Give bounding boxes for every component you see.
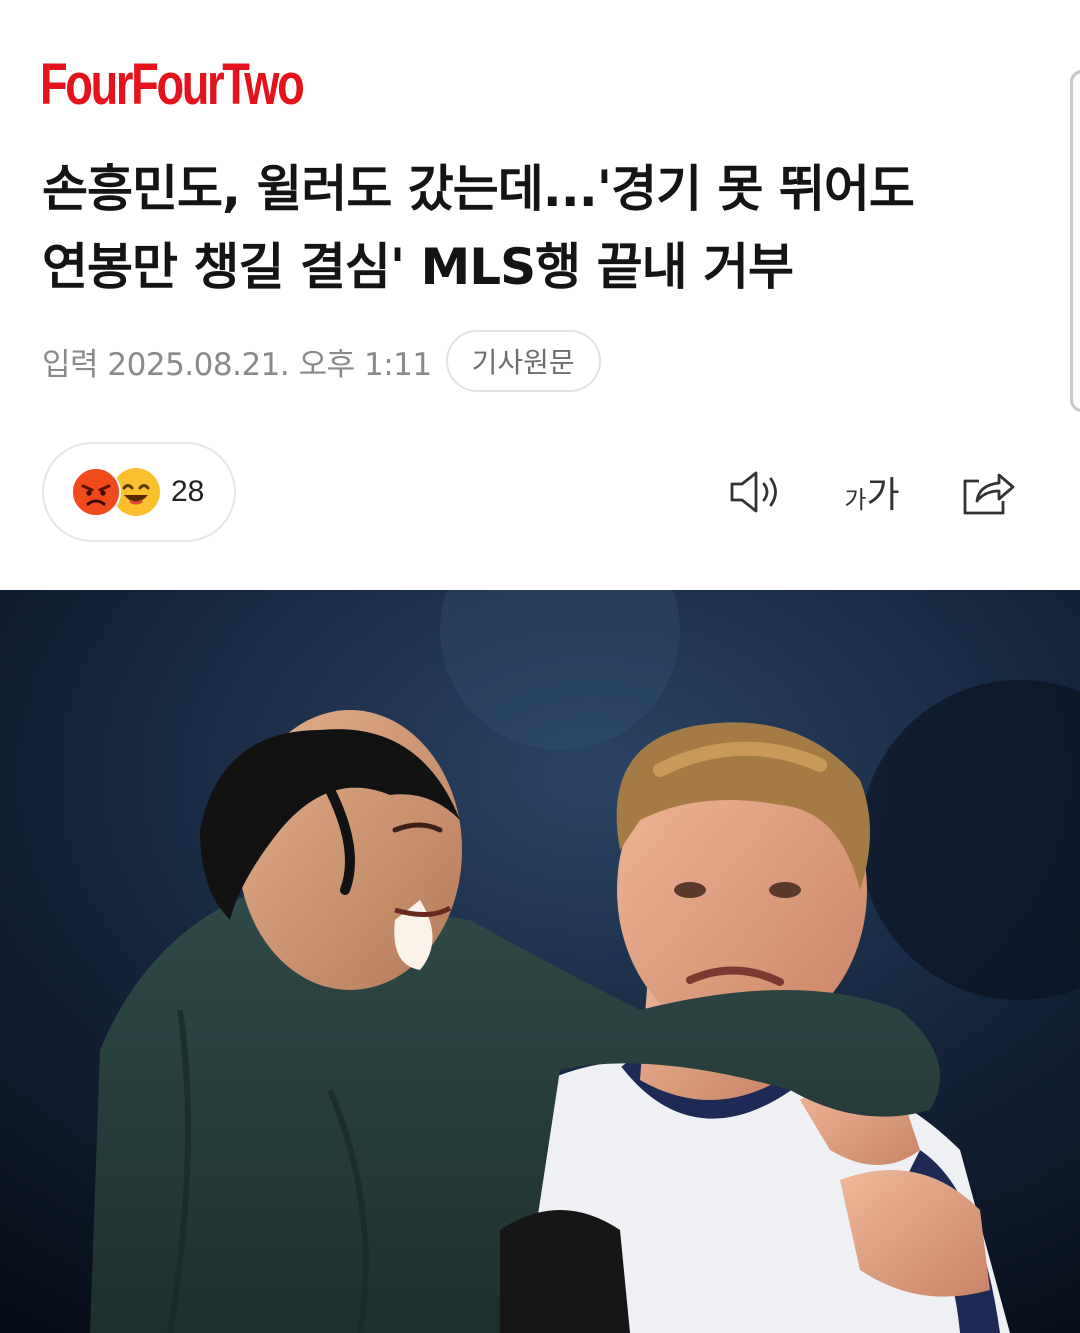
font-size-large-label: 가	[866, 475, 900, 516]
reaction-count: 28	[171, 475, 205, 508]
original-article-button[interactable]: 기사원문	[445, 330, 601, 392]
headline-line-2: 연봉만 챙길 결심' MLS행 끝내 거부	[42, 238, 794, 296]
font-size-button[interactable]: 가가	[834, 462, 910, 522]
font-size-small-label: 가	[844, 485, 867, 514]
share-button[interactable]	[956, 462, 1018, 522]
reaction-emoji-stack	[71, 467, 167, 517]
angry-face-icon	[71, 467, 121, 517]
edge-panel-handle[interactable]	[1070, 70, 1080, 412]
fourfourtwo-logo[interactable]: FourFourTwo	[40, 52, 305, 118]
published-date: 입력 2025.08.21. 오후 1:11	[42, 346, 432, 383]
headline-line-1: 손흥민도, 윌러도 갔는데...'경기 못 뛰어도	[42, 160, 915, 218]
article-headline: 손흥민도, 윌러도 갔는데...'경기 못 뛰어도연봉만 챙길 결심' MLS행…	[42, 150, 1042, 306]
share-icon	[963, 473, 1015, 515]
tts-button[interactable]	[726, 462, 786, 522]
speaker-icon	[730, 471, 777, 513]
article-photo-image	[0, 590, 1080, 1333]
article-meta: 입력 2025.08.21. 오후 1:11 기사원문	[42, 330, 601, 392]
article-photo[interactable]	[0, 590, 1080, 1333]
article-page: FourFourTwo 손흥민도, 윌러도 갔는데...'경기 못 뛰어도연봉만…	[0, 0, 1080, 1333]
reaction-button[interactable]: 28	[42, 442, 236, 542]
